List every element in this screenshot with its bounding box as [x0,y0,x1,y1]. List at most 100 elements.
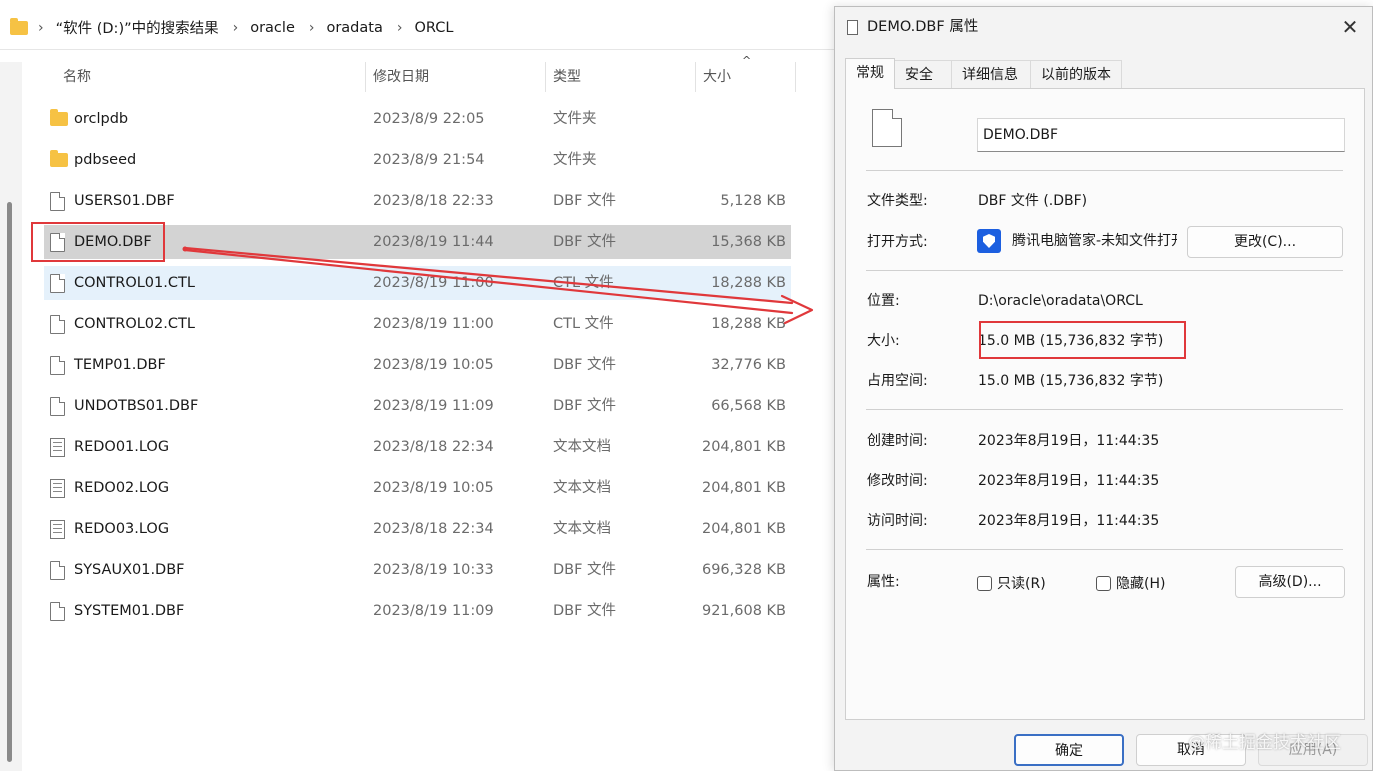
file-row[interactable]: REDO02.LOG 2023/8/19 10:05 文本文档 204,801 KB [44,468,792,509]
file-icon [50,602,65,621]
dialog-title: DEMO.DBF 属性 [867,19,979,35]
file-modified: 2023/8/18 22:33 [373,193,494,209]
file-size: 66,568 KB [711,398,786,414]
folder-icon [50,109,68,126]
file-name: TEMP01.DBF [74,357,166,373]
file-modified: 2023/8/19 11:00 [373,316,494,332]
file-modified: 2023/8/18 22:34 [373,439,494,455]
file-icon [50,192,65,211]
readonly-checkbox[interactable] [977,576,992,591]
hidden-label[interactable]: 隐藏(H) [1116,574,1165,594]
file-row[interactable]: REDO03.LOG 2023/8/18 22:34 文本文档 204,801 KB [44,509,792,550]
file-row[interactable]: CONTROL02.CTL 2023/8/19 11:00 CTL 文件 18,288… [44,304,792,345]
watermark: @稀土掘金技术社区 [1188,733,1341,753]
file-row[interactable]: pdbseed 2023/8/9 21:54 文件夹 [44,140,792,181]
folder-icon [10,17,28,35]
tab-general[interactable]: 常规 [845,58,895,89]
address-bar[interactable]: › “软件 (D:)”中的搜索结果 › oracle › oradata › O… [0,6,845,50]
file-type: DBF 文件 [553,603,617,619]
file-modified: 2023/8/19 10:05 [373,480,494,496]
file-type: DBF 文件 [553,234,617,250]
file-type: 文本文档 [553,480,611,496]
file-size: 204,801 KB [701,439,786,455]
file-row[interactable]: USERS01.DBF 2023/8/18 22:33 DBF 文件 5,128 KB [44,181,792,222]
file-modified: 2023/8/19 10:05 [373,357,494,373]
hidden-checkbox[interactable] [1096,576,1111,591]
attributes-label: 属性: [867,574,900,590]
file-size: 18,288 KB [711,316,786,332]
column-header-size[interactable]: 大小 [703,60,731,94]
file-type: 文件夹 [553,152,597,168]
file-icon [50,356,65,375]
breadcrumb-oradata[interactable]: oradata [326,20,382,36]
file-row[interactable]: SYSAUX01.DBF 2023/8/19 10:33 DBF 文件 696,328… [44,550,792,591]
advanced-button[interactable]: 高级(D)... [1235,566,1345,598]
location-label: 位置: [867,293,900,309]
file-type: DBF 文件 [553,562,617,578]
breadcrumb-search-results[interactable]: “软件 (D:)”中的搜索结果 [56,17,219,38]
file-name: REDO02.LOG [74,480,170,496]
file-modified: 2023/8/9 21:54 [373,152,485,168]
close-button[interactable]: ✕ [1336,13,1364,41]
tab-previous-versions[interactable]: 以前的版本 [1030,60,1122,88]
file-type-value: DBF 文件 (.DBF) [978,193,1088,209]
breadcrumb-orcl[interactable]: ORCL [414,20,453,36]
file-icon [872,109,902,147]
column-header-name[interactable]: 名称 [63,60,91,94]
modified-label: 修改时间: [867,473,928,489]
tab-details[interactable]: 详细信息 [951,60,1031,88]
file-row[interactable]: TEMP01.DBF 2023/8/19 10:05 DBF 文件 32,776 KB [44,345,792,386]
ok-button[interactable]: 确定 [1014,734,1124,766]
vertical-scrollbar[interactable] [0,62,22,771]
file-modified: 2023/8/19 10:33 [373,562,494,578]
column-headers: 名称 修改日期 类型 大小 ^ [44,54,796,94]
readonly-label[interactable]: 只读(R) [997,574,1046,594]
file-row[interactable]: UNDOTBS01.DBF 2023/8/19 11:09 DBF 文件 66,568… [44,386,792,427]
created-value: 2023年8月19日，11:44:35 [978,433,1160,449]
size-on-disk-label: 占用空间: [867,373,928,389]
file-row[interactable]: orclpdb 2023/8/9 22:05 文件夹 [44,99,792,140]
column-divider[interactable] [795,62,796,92]
column-divider[interactable] [365,62,366,92]
file-type: DBF 文件 [553,398,617,414]
filename-field[interactable]: DEMO.DBF [977,118,1345,152]
file-size: 5,128 KB [720,193,786,209]
breadcrumb-oracle[interactable]: oracle [250,20,295,36]
chevron-right-icon: › [232,19,239,36]
file-name: REDO03.LOG [74,521,170,537]
file-row[interactable]: SYSTEM01.DBF 2023/8/19 11:09 DBF 文件 921,608… [44,591,792,632]
file-type: CTL 文件 [553,316,614,332]
file-modified: 2023/8/9 22:05 [373,111,485,127]
file-name: CONTROL01.CTL [74,275,195,291]
text-file-icon [50,438,65,457]
file-type-label: 文件类型: [867,193,928,209]
file-type: 文本文档 [553,521,611,537]
tab-bar: 常规 安全 详细信息 以前的版本 [845,58,1122,89]
scrollbar-thumb[interactable] [7,202,12,762]
column-divider[interactable] [545,62,546,92]
file-type: CTL 文件 [553,275,614,291]
file-icon [50,397,65,416]
file-name: CONTROL02.CTL [74,316,195,332]
file-icon [50,315,65,334]
file-size: 696,328 KB [701,562,786,578]
location-value: D:\oracle\oradata\ORCL [978,293,1143,309]
column-header-modified[interactable]: 修改日期 [373,60,429,94]
tab-security[interactable]: 安全 [894,60,952,88]
chevron-right-icon: › [396,19,403,36]
file-modified: 2023/8/19 11:09 [373,398,494,414]
divider [866,170,1343,171]
file-type: 文件夹 [553,111,597,127]
change-button[interactable]: 更改(C)... [1187,226,1343,258]
annotation-highlight-file [31,222,165,262]
column-divider[interactable] [695,62,696,92]
file-size: 204,801 KB [701,521,786,537]
dialog-title-bar: DEMO.DBF 属性 [847,7,978,47]
file-icon [847,19,858,35]
file-row[interactable]: REDO01.LOG 2023/8/18 22:34 文本文档 204,801 KB [44,427,792,468]
column-header-type[interactable]: 类型 [553,60,581,94]
open-with-label: 打开方式: [867,234,928,250]
text-file-icon [50,520,65,539]
file-row[interactable]: CONTROL01.CTL 2023/8/19 11:00 CTL 文件 18,288… [44,263,792,304]
file-name: USERS01.DBF [74,193,175,209]
